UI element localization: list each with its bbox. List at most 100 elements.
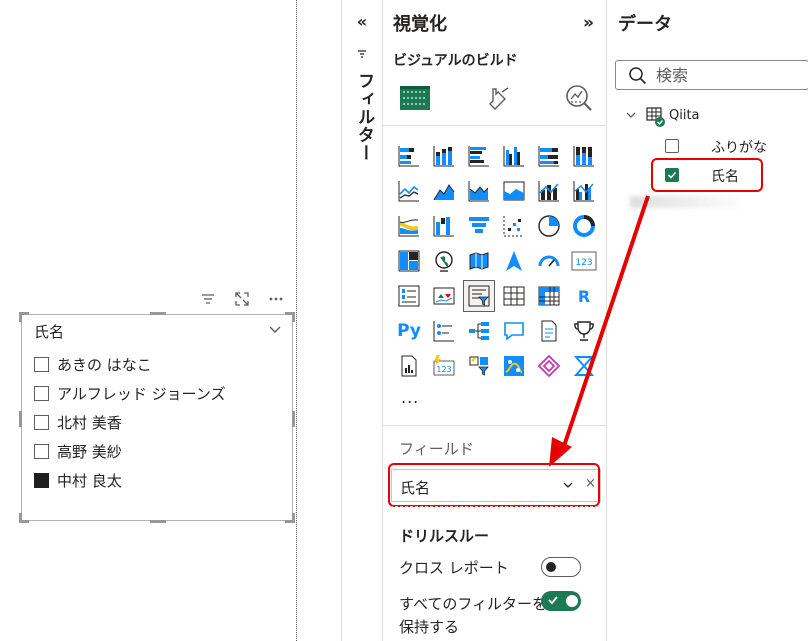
fields-well-label: フィールド: [399, 440, 474, 458]
stacked-bar-chart-icon[interactable]: [393, 140, 425, 172]
resize-handle[interactable]: [150, 312, 166, 315]
visual-header: [198, 290, 294, 308]
100-stacked-area-chart-icon[interactable]: [498, 175, 530, 207]
slicer-item-label: 北村 美香: [57, 414, 122, 432]
more-visuals-button[interactable]: ...: [401, 388, 419, 407]
highlight-box: [651, 158, 763, 192]
matrix-icon[interactable]: [533, 280, 565, 312]
kpi-icon[interactable]: [428, 280, 460, 312]
slicer-item[interactable]: あきの はなこ: [34, 350, 284, 379]
resize-handle[interactable]: [19, 312, 22, 322]
python-label: Py: [397, 321, 421, 341]
donut-chart-icon[interactable]: [568, 210, 600, 242]
slicer-list: あきの はなこ アルフレッド ジョーンズ 北村 美香 高野 美紗 中村 良太: [34, 350, 284, 495]
table-icon[interactable]: [498, 280, 530, 312]
gauge-icon[interactable]: [533, 245, 565, 277]
python-visual-icon[interactable]: Py: [393, 315, 425, 347]
smart-narrative-icon[interactable]: [533, 315, 565, 347]
area-chart-icon[interactable]: [428, 175, 460, 207]
power-apps-icon[interactable]: 123: [428, 350, 460, 382]
table-icon: [646, 107, 665, 127]
filter-lines-icon: [358, 50, 366, 58]
resize-handle[interactable]: [150, 520, 166, 523]
checkbox[interactable]: [665, 139, 679, 153]
search-box[interactable]: [615, 60, 808, 90]
slicer-item[interactable]: 中村 良太: [34, 466, 284, 495]
search-input[interactable]: [656, 63, 806, 87]
slicer-icon[interactable]: [463, 280, 495, 312]
line-and-stacked-column-chart-icon[interactable]: [533, 175, 565, 207]
checkbox-checked[interactable]: [34, 473, 49, 488]
ribbon-chart-icon[interactable]: [393, 210, 425, 242]
filled-map-icon[interactable]: [463, 245, 495, 277]
table-name: Qiita: [669, 108, 700, 123]
keep-all-filters-toggle[interactable]: [541, 591, 581, 611]
line-and-clustered-column-chart-icon[interactable]: [568, 175, 600, 207]
resize-handle[interactable]: [19, 513, 22, 523]
line-chart-icon[interactable]: [393, 175, 425, 207]
chevron-down-icon[interactable]: [268, 323, 282, 337]
multi-row-card-icon[interactable]: [393, 280, 425, 312]
slicer-item[interactable]: 北村 美香: [34, 408, 284, 437]
100-stacked-column-chart-icon[interactable]: [568, 140, 600, 172]
expand-filters-button[interactable]: «: [354, 12, 370, 31]
filters-pane-collapsed[interactable]: « フィルター: [341, 0, 381, 641]
slicer-visual[interactable]: 氏名 あきの はなこ アルフレッド ジョーンズ 北村 美香 高野 美紗 中村 良…: [19, 312, 295, 523]
azure-map-icon[interactable]: [498, 245, 530, 277]
metrics-icon[interactable]: [568, 315, 600, 347]
card-icon[interactable]: 123: [568, 245, 600, 277]
keep-all-filters-label: すべてのフィルターを保持する: [399, 595, 548, 636]
scatter-chart-icon[interactable]: [498, 210, 530, 242]
cross-report-label: クロス レポート: [399, 559, 509, 577]
checkbox[interactable]: [34, 386, 49, 401]
field-label: ふりがな: [711, 140, 767, 156]
checkbox[interactable]: [34, 415, 49, 430]
treemap-icon[interactable]: [393, 245, 425, 277]
blurred-area: [630, 196, 740, 208]
chevron-down-icon[interactable]: [625, 109, 637, 121]
arcgis-map-icon[interactable]: [498, 350, 530, 382]
map-icon[interactable]: [428, 245, 460, 277]
pane-title: 視覚化: [393, 14, 447, 35]
table-node[interactable]: Qiita: [625, 105, 805, 129]
svg-text:123: 123: [575, 258, 592, 268]
r-label: R: [577, 286, 591, 306]
field-item[interactable]: ふりがな: [665, 136, 785, 158]
pie-chart-icon[interactable]: [533, 210, 565, 242]
key-influencers-icon[interactable]: [428, 315, 460, 347]
checkbox[interactable]: [34, 357, 49, 372]
100-stacked-bar-chart-icon[interactable]: [533, 140, 565, 172]
slicer-item[interactable]: アルフレッド ジョーンズ: [34, 379, 284, 408]
collapse-pane-button[interactable]: »: [583, 13, 594, 33]
clustered-column-chart-icon[interactable]: [498, 140, 530, 172]
format-visual-icon[interactable]: [479, 78, 519, 118]
waterfall-chart-icon[interactable]: [428, 210, 460, 242]
qa-icon[interactable]: [498, 315, 530, 347]
slicer-item[interactable]: 高野 美紗: [34, 437, 284, 466]
report-canvas[interactable]: 氏名 あきの はなこ アルフレッド ジョーンズ 北村 美香 高野 美紗 中村 良…: [0, 0, 298, 641]
power-automate-icon[interactable]: [463, 350, 495, 382]
checkbox[interactable]: [34, 444, 49, 459]
more-options-icon[interactable]: [266, 291, 286, 307]
stacked-area-chart-icon[interactable]: [463, 175, 495, 207]
clustered-bar-chart-icon[interactable]: [463, 140, 495, 172]
decomposition-tree-icon[interactable]: [463, 315, 495, 347]
build-visual-icon[interactable]: [395, 78, 435, 118]
cross-report-toggle[interactable]: [541, 557, 581, 577]
resize-handle[interactable]: [292, 312, 295, 322]
analytics-icon[interactable]: [559, 78, 599, 118]
resize-handle[interactable]: [292, 411, 295, 427]
resize-handle[interactable]: [292, 513, 295, 523]
resize-handle[interactable]: [19, 411, 22, 427]
slicer-item-label: あきの はなこ: [57, 356, 152, 374]
power-apps-diamond-icon[interactable]: [533, 350, 565, 382]
stacked-column-chart-icon[interactable]: [428, 140, 460, 172]
paginated-report-icon[interactable]: [393, 350, 425, 382]
filters-pane-label[interactable]: フィルター: [352, 72, 377, 162]
funnel-chart-icon[interactable]: [463, 210, 495, 242]
narrative-hourglass-icon[interactable]: [568, 350, 600, 382]
focus-mode-icon[interactable]: [232, 291, 252, 307]
pane-subtitle: ビジュアルのビルド: [393, 53, 518, 69]
r-script-visual-icon[interactable]: R: [568, 280, 600, 312]
filter-lines-icon[interactable]: [198, 291, 218, 307]
